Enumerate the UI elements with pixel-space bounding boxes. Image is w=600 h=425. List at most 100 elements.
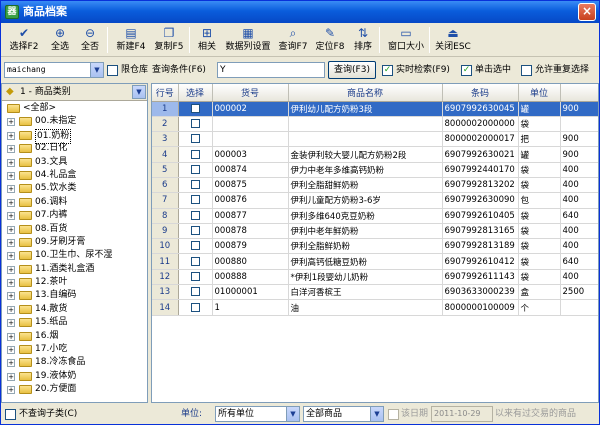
checkbox[interactable]: [190, 103, 200, 113]
locate-button[interactable]: ✎ 定位F8: [313, 25, 347, 55]
tree-item[interactable]: +20.方便面: [2, 383, 147, 396]
related-button[interactable]: ⊞ 相关: [193, 25, 221, 55]
tree-item[interactable]: +06.调料: [2, 196, 147, 209]
date-checkbox[interactable]: [388, 409, 399, 420]
column-settings-button[interactable]: ▦ 数据列设置: [223, 25, 273, 55]
expand-icon[interactable]: +: [7, 131, 15, 140]
expand-icon[interactable]: +: [7, 346, 15, 355]
user-dropdown-icon[interactable]: ▼: [90, 62, 104, 78]
unit-dropdown-icon[interactable]: ▼: [286, 406, 300, 422]
unit-header[interactable]: 单位: [518, 84, 561, 102]
tree-item[interactable]: <全部>: [2, 102, 147, 115]
checkbox[interactable]: [190, 241, 200, 251]
name-header[interactable]: 商品名称: [288, 84, 443, 102]
expand-icon[interactable]: +: [7, 238, 15, 247]
no-subcategory-checkbox[interactable]: [5, 409, 16, 420]
table-row[interactable]: 10 000879 伊利全脂鲜奶粉 6907992813189 袋 400: [152, 238, 598, 255]
query-button[interactable]: ⌕ 查询F7: [275, 25, 311, 55]
category-dropdown-icon[interactable]: ▼: [132, 85, 146, 99]
expand-icon[interactable]: +: [7, 225, 15, 234]
expand-icon[interactable]: +: [7, 386, 15, 395]
click-select-checkbox[interactable]: ✓: [461, 65, 472, 76]
tree-item[interactable]: +13.自编码: [2, 289, 147, 302]
expand-icon[interactable]: +: [7, 292, 15, 301]
user-input[interactable]: maichang: [4, 62, 92, 78]
select-all-button[interactable]: ⊕ 全选: [47, 25, 73, 55]
goods-dropdown-icon[interactable]: ▼: [370, 406, 384, 422]
table-row[interactable]: 3 8000002000017 把 900: [152, 131, 598, 148]
tree-item[interactable]: +04.礼品盒: [2, 169, 147, 182]
tree-item[interactable]: +19.液体奶: [2, 370, 147, 383]
tree-item[interactable]: +07.内裤: [2, 209, 147, 222]
table-row[interactable]: 2 8000002000000 袋: [152, 116, 598, 133]
tree-item[interactable]: +12.茶叶: [2, 276, 147, 289]
tree-item[interactable]: +18.冷冻食品: [2, 356, 147, 369]
table-row[interactable]: 8 000877 伊利多维640克豆奶粉 6907992610405 袋 640: [152, 208, 598, 224]
checkbox[interactable]: [190, 302, 200, 312]
expand-icon[interactable]: +: [7, 118, 15, 127]
tree-item[interactable]: +05.饮水类: [2, 182, 147, 195]
limit-warehouse-checkbox[interactable]: [107, 65, 118, 76]
tree-item[interactable]: +11.酒类礼盒酒: [2, 263, 147, 276]
expand-icon[interactable]: +: [7, 279, 15, 288]
checkbox[interactable]: [190, 164, 200, 174]
table-row[interactable]: 4 000003 金装伊利较大婴儿配方奶粉2段 6907992630021 罐 900: [152, 146, 598, 163]
expand-icon[interactable]: +: [7, 212, 15, 221]
close-button[interactable]: ⏏ 关闭ESC: [433, 25, 473, 55]
expand-icon[interactable]: +: [7, 265, 15, 274]
checkbox[interactable]: [190, 195, 200, 205]
tree-item[interactable]: +14.散货: [2, 303, 147, 316]
extra-header[interactable]: [560, 84, 598, 102]
select-header[interactable]: 选择: [178, 84, 213, 102]
barcode-header[interactable]: 条码: [442, 84, 519, 102]
tree-item[interactable]: +00.未指定: [2, 115, 147, 128]
tree-item[interactable]: +10.卫生巾、尿不湿: [2, 249, 147, 262]
table-row[interactable]: 13 01000001 白洋河香槟王 6903633000239 盒 2500: [152, 284, 598, 301]
checkbox[interactable]: [190, 226, 200, 236]
allow-duplicate-checkbox[interactable]: [521, 65, 532, 76]
table-row[interactable]: 11 000880 伊利高钙低糖豆奶粉 6907992610412 袋 640: [152, 253, 598, 270]
checkbox[interactable]: [190, 134, 200, 144]
tree-item[interactable]: +16.烟: [2, 330, 147, 343]
row-number-header[interactable]: 行号: [152, 84, 179, 102]
checkbox[interactable]: [190, 256, 200, 266]
tree-item[interactable]: +15.纸品: [2, 316, 147, 329]
unit-select[interactable]: 所有单位: [215, 406, 287, 422]
table-row[interactable]: 5 000874 伊力中老年多维高钙奶粉 6907992440170 袋 400: [152, 162, 598, 178]
category-selector[interactable]: ◆ 1 - 商品类别 ▼: [2, 84, 147, 101]
expand-icon[interactable]: +: [7, 359, 15, 368]
window-size-button[interactable]: ▭ 窗口大小: [385, 25, 427, 55]
checkbox[interactable]: [190, 180, 200, 190]
expand-icon[interactable]: +: [7, 372, 15, 381]
deselect-all-button[interactable]: ⊖ 全否: [77, 25, 103, 55]
tree-item[interactable]: +09.牙刷牙膏: [2, 236, 147, 249]
query-input[interactable]: Y: [217, 62, 325, 78]
sort-button[interactable]: ⇅ 排序: [349, 25, 377, 55]
tree-item[interactable]: +08.百货: [2, 223, 147, 236]
table-row[interactable]: 6 000875 伊利全脂甜鲜奶粉 6907992813202 袋 400: [152, 177, 598, 194]
tree-item[interactable]: +17.小吃: [2, 343, 147, 356]
expand-icon[interactable]: +: [7, 319, 15, 328]
expand-icon[interactable]: +: [7, 145, 15, 154]
table-row[interactable]: 7 000876 伊利儿童配方奶粉3-6岁 6907992630090 包 400: [152, 192, 598, 209]
expand-icon[interactable]: +: [7, 332, 15, 341]
tree-item[interactable]: +01.奶粉: [2, 128, 147, 144]
table-row[interactable]: 9 000878 伊利中老年鲜奶粉 6907992813165 袋 400: [152, 223, 598, 240]
checkbox[interactable]: [190, 287, 200, 297]
table-row[interactable]: 12 000888 *伊利1段婴幼儿奶粉 6907992611143 袋 400: [152, 269, 598, 286]
expand-icon[interactable]: +: [7, 171, 15, 180]
tree-item[interactable]: +02.日化: [2, 142, 147, 155]
checkbox[interactable]: [190, 118, 200, 128]
new-button[interactable]: ▤ 新建F4: [113, 25, 149, 55]
realtime-checkbox[interactable]: ✓: [382, 65, 393, 76]
expand-icon[interactable]: +: [7, 198, 15, 207]
expand-icon[interactable]: +: [7, 252, 15, 261]
goods-select[interactable]: 全部商品: [303, 406, 371, 422]
copy-button[interactable]: ❐ 复制F5: [151, 25, 187, 55]
code-header[interactable]: 货号: [212, 84, 289, 102]
expand-icon[interactable]: +: [7, 185, 15, 194]
tree-item[interactable]: +03.文具: [2, 156, 147, 169]
checkbox[interactable]: [190, 149, 200, 159]
select-button[interactable]: ✔ 选择F2: [5, 25, 43, 55]
window-close-button[interactable]: ×: [578, 3, 596, 21]
